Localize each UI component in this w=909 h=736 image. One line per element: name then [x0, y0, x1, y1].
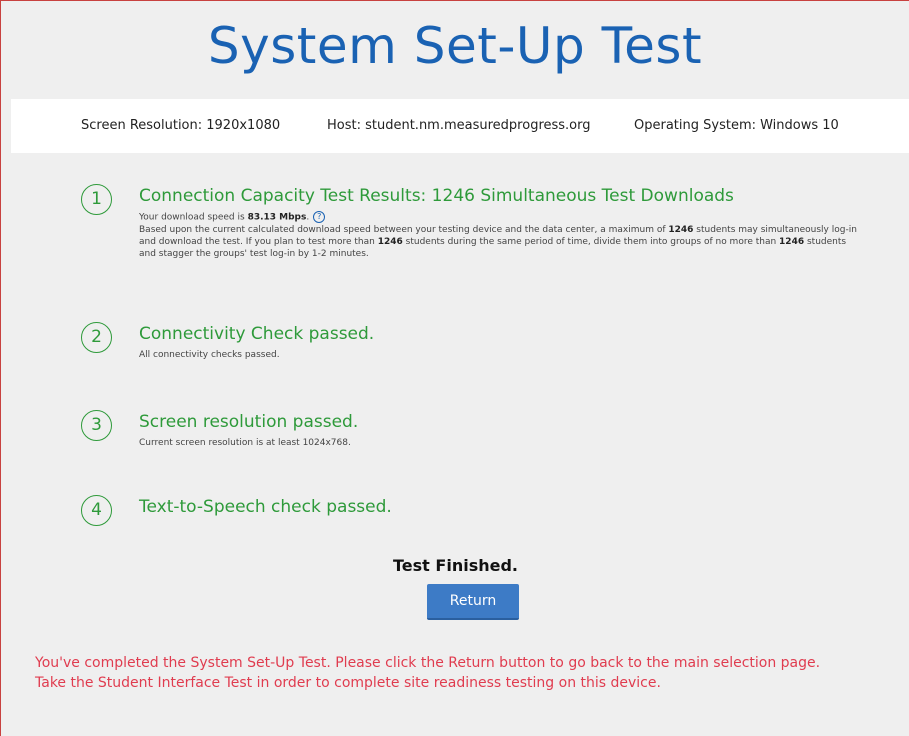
step-subtitle: Current screen resolution is at least 10… — [139, 438, 351, 448]
step-title: Text-to-Speech check passed. — [139, 497, 392, 517]
notice-line-1: You've completed the System Set-Up Test.… — [35, 655, 821, 671]
help-icon[interactable]: ? — [313, 211, 326, 223]
screen-resolution-info: Screen Resolution: 1920x1080 — [81, 118, 281, 133]
completion-notice: You've completed the System Set-Up Test.… — [35, 653, 905, 693]
operating-system-info: Operating System: Windows 10 — [634, 118, 839, 133]
step-number-badge: 3 — [81, 410, 112, 441]
student-count: 1246 — [668, 224, 694, 235]
step-title: Connectivity Check passed. — [139, 324, 375, 344]
step-title: Screen resolution passed. — [139, 412, 359, 432]
capacity-text-3: students during the same period of time,… — [402, 236, 780, 247]
download-speed-line: Your download speed is 83.13 Mbps.? — [139, 211, 859, 224]
capacity-explanation: Based upon the current calculated downlo… — [139, 224, 859, 260]
download-speed-value: 83.13 Mbps — [247, 212, 307, 223]
host-info: Host: student.nm.measuredprogress.org — [327, 118, 591, 133]
student-count: 1246 — [779, 236, 805, 247]
student-count: 1246 — [377, 236, 403, 247]
capacity-text-1: Based upon the current calculated downlo… — [139, 224, 669, 235]
step-number-badge: 1 — [81, 184, 112, 215]
step-number-badge: 4 — [81, 495, 112, 526]
test-finished-label: Test Finished. — [393, 556, 518, 575]
step-title: Connection Capacity Test Results: 1246 S… — [139, 186, 734, 206]
page-title: System Set-Up Test — [207, 17, 703, 75]
step-details: Your download speed is 83.13 Mbps.? Base… — [139, 211, 859, 260]
download-speed-suffix: . — [306, 212, 310, 223]
notice-line-2: Take the Student Interface Test in order… — [35, 675, 661, 691]
download-speed-label: Your download speed is — [139, 212, 248, 223]
system-info-bar: Screen Resolution: 1920x1080 Host: stude… — [11, 99, 909, 153]
page: System Set-Up Test Screen Resolution: 19… — [0, 0, 909, 736]
step-number-badge: 2 — [81, 322, 112, 353]
step-subtitle: All connectivity checks passed. — [139, 350, 280, 360]
return-button[interactable]: Return — [427, 584, 519, 620]
